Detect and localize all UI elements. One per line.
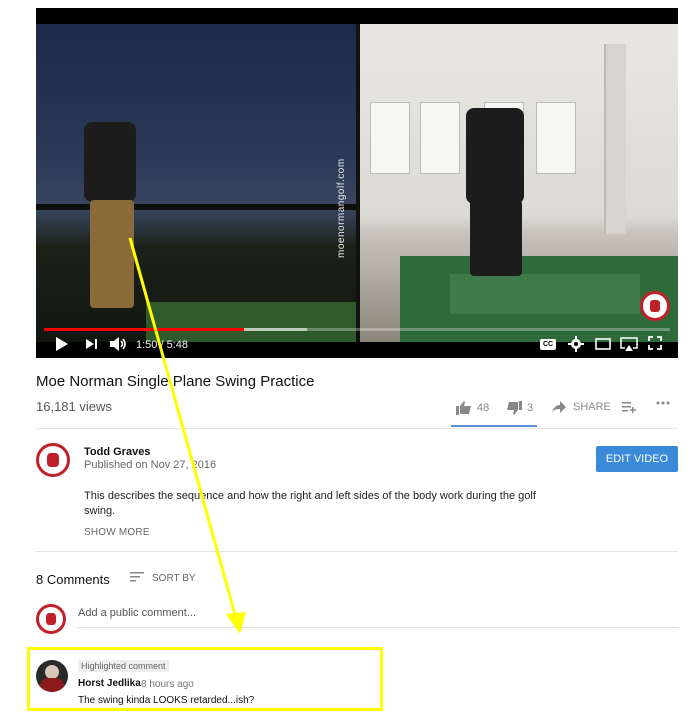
- thumbs-up-icon: [456, 401, 472, 415]
- video-title: Moe Norman Single Plane Swing Practice: [36, 373, 315, 390]
- comment-input-underline: [78, 627, 678, 628]
- progress-bar[interactable]: [44, 328, 670, 331]
- player-controls: 1:50 / 5:48 CC: [36, 332, 678, 358]
- video-frame-right: [360, 24, 678, 342]
- like-count: 48: [477, 402, 490, 414]
- golfer-left-legs: [90, 200, 134, 308]
- thumbs-down-icon: [506, 401, 522, 415]
- share-label: SHARE: [573, 401, 611, 413]
- annotation-highlight-box: [27, 647, 383, 711]
- publish-date: Published on Nov 27, 2016: [84, 459, 217, 471]
- like-button[interactable]: 48: [456, 401, 489, 415]
- sort-by-button[interactable]: SORT BY: [130, 572, 196, 585]
- fullscreen-icon[interactable]: [648, 336, 662, 354]
- divider: [36, 428, 678, 429]
- dislike-count: 3: [527, 402, 534, 414]
- share-icon: [552, 401, 566, 413]
- divider: [36, 551, 678, 552]
- captions-button[interactable]: CC: [540, 339, 556, 350]
- golfer-right-torso: [466, 108, 524, 204]
- progress-played: [44, 328, 245, 331]
- sort-by-label: SORT BY: [152, 573, 196, 584]
- wall-poster: [370, 102, 410, 174]
- sort-icon: [130, 572, 144, 585]
- progress-buffered: [244, 328, 307, 331]
- hitting-mat-inner: [450, 274, 640, 314]
- video-player[interactable]: moenormangolf.com 1:50 / 5:48 CC: [36, 8, 678, 358]
- door: [604, 44, 626, 234]
- channel-logo-icon: [47, 453, 59, 467]
- view-count: 16,181 views: [36, 399, 112, 414]
- wall-poster: [536, 102, 576, 174]
- gear-icon[interactable]: [568, 336, 584, 354]
- comments-count: 8 Comments: [36, 572, 110, 587]
- video-frame-left: [36, 24, 356, 342]
- more-icon[interactable]: [656, 401, 670, 405]
- channel-name[interactable]: Todd Graves: [84, 446, 150, 458]
- share-button[interactable]: SHARE: [552, 401, 611, 413]
- channel-avatar[interactable]: [36, 443, 70, 477]
- next-icon[interactable]: [86, 336, 98, 354]
- golfer-left-torso: [84, 122, 136, 202]
- video-description: This describes the sequence and how the …: [84, 490, 536, 517]
- fence: [36, 204, 356, 210]
- user-avatar: [36, 604, 66, 634]
- wall-poster: [420, 102, 460, 174]
- channel-logo-icon: [46, 613, 56, 625]
- like-ratio-bar: [451, 425, 537, 427]
- add-comment-input[interactable]: Add a public comment...: [78, 607, 196, 619]
- theater-icon[interactable]: [595, 336, 611, 354]
- add-to-playlist-icon[interactable]: [622, 401, 636, 413]
- airplay-icon[interactable]: [620, 336, 638, 354]
- golfer-right-legs: [470, 200, 522, 276]
- volume-icon[interactable]: [110, 336, 128, 354]
- watermark-text: moenormangolf.com: [336, 158, 347, 258]
- dislike-button[interactable]: 3: [506, 401, 533, 415]
- time-display: 1:50 / 5:48: [136, 339, 188, 351]
- channel-logo-watermark[interactable]: [640, 291, 670, 321]
- play-icon[interactable]: [56, 336, 68, 354]
- show-more-button[interactable]: SHOW MORE: [84, 527, 150, 538]
- edit-video-button[interactable]: EDIT VIDEO: [596, 446, 678, 472]
